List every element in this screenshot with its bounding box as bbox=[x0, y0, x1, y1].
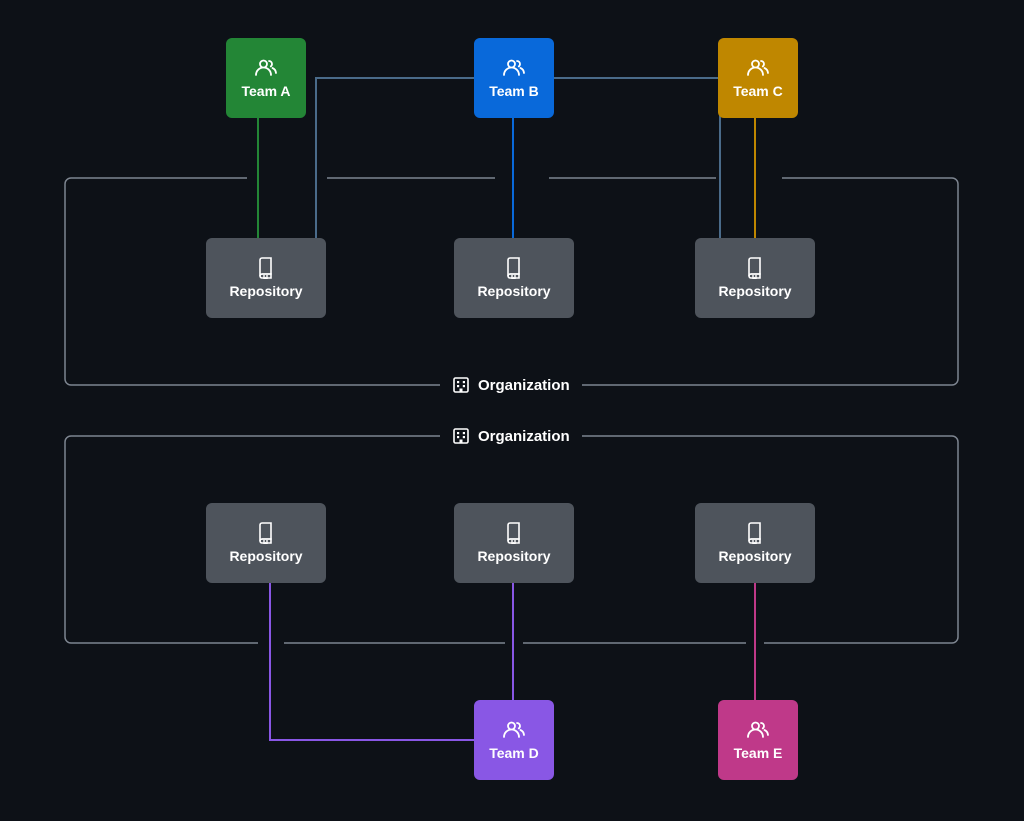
people-icon bbox=[503, 719, 525, 739]
repo-icon bbox=[257, 522, 275, 544]
repository-node: Repository bbox=[206, 503, 326, 583]
team-a-label: Team A bbox=[241, 83, 290, 99]
team-c-label: Team C bbox=[733, 83, 783, 99]
people-icon bbox=[255, 57, 277, 77]
diagram-lines bbox=[0, 0, 1024, 821]
people-icon bbox=[503, 57, 525, 77]
repo-icon bbox=[746, 522, 764, 544]
repository-label: Repository bbox=[718, 548, 791, 564]
repository-label: Repository bbox=[718, 283, 791, 299]
repository-label: Repository bbox=[229, 548, 302, 564]
repository-node: Repository bbox=[206, 238, 326, 318]
people-icon bbox=[747, 57, 769, 77]
repository-node: Repository bbox=[454, 503, 574, 583]
team-e-node: Team E bbox=[718, 700, 798, 780]
people-icon bbox=[747, 719, 769, 739]
team-d-node: Team D bbox=[474, 700, 554, 780]
team-b-node: Team B bbox=[474, 38, 554, 118]
org-label-text: Organization bbox=[478, 377, 570, 394]
repository-label: Repository bbox=[477, 283, 550, 299]
organization-icon bbox=[452, 376, 470, 394]
team-c-node: Team C bbox=[718, 38, 798, 118]
repo-icon bbox=[505, 257, 523, 279]
organization-label-1: Organization bbox=[452, 376, 570, 394]
repository-node: Repository bbox=[454, 238, 574, 318]
team-b-label: Team B bbox=[489, 83, 539, 99]
repository-node: Repository bbox=[695, 238, 815, 318]
repository-label: Repository bbox=[229, 283, 302, 299]
repo-icon bbox=[746, 257, 764, 279]
team-a-node: Team A bbox=[226, 38, 306, 118]
org-label-text: Organization bbox=[478, 428, 570, 445]
repository-label: Repository bbox=[477, 548, 550, 564]
organization-icon bbox=[452, 427, 470, 445]
repo-icon bbox=[505, 522, 523, 544]
repository-node: Repository bbox=[695, 503, 815, 583]
team-d-label: Team D bbox=[489, 745, 539, 761]
organization-label-2: Organization bbox=[452, 427, 570, 445]
repo-icon bbox=[257, 257, 275, 279]
team-e-label: Team E bbox=[734, 745, 783, 761]
